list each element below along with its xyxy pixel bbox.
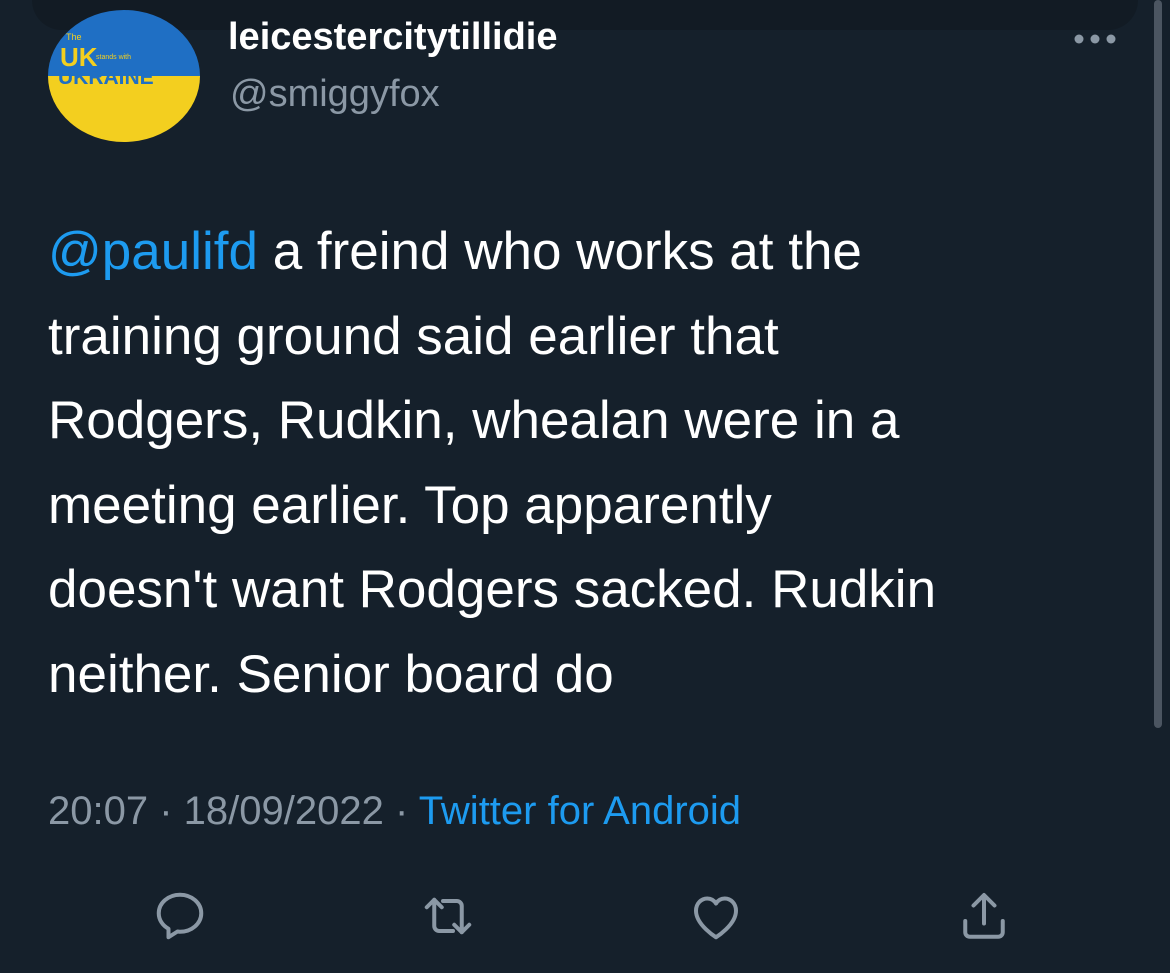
heart-icon (694, 896, 738, 940)
tweet-metadata: 20:07 · 18/09/2022 · Twitter for Android (48, 784, 741, 838)
retweet-button[interactable] (412, 880, 484, 952)
tweet-line: training ground said earlier that (48, 306, 779, 366)
tweet-line: @paulifd a freind who works at the (48, 210, 1128, 295)
reply-icon (156, 892, 204, 940)
share-button[interactable] (948, 880, 1020, 952)
share-icon (963, 893, 1005, 939)
author-handle[interactable]: @smiggyfox (230, 70, 440, 118)
tweet-line: doesn't want Rodgers sacked. Rudkin (48, 560, 937, 619)
scrollbar[interactable] (1154, 0, 1162, 728)
tweet-text: @paulifd a freind who works at the train… (48, 210, 1128, 717)
tweet-source-link[interactable]: Twitter for Android (419, 789, 741, 833)
tweet-line: meeting earlier. Top apparently (48, 475, 772, 535)
meta-separator: · (148, 789, 184, 833)
tweet-line: Rodgers, Rudkin, whealan were in a (48, 391, 900, 450)
avatar-the-text: The (66, 32, 82, 42)
avatar-ukraine-text: UKRAINE (58, 66, 154, 89)
reply-button[interactable] (144, 880, 216, 952)
more-options-icon[interactable] (1072, 28, 1118, 50)
author-display-name[interactable]: leicestercitytillidie (228, 12, 558, 62)
mention-link[interactable]: @paulifd (48, 222, 258, 281)
avatar[interactable]: The UK stands with UKRAINE (48, 10, 200, 142)
avatar-stands-with-text: stands with (96, 54, 131, 61)
like-button[interactable] (680, 880, 752, 952)
tweet-line-text: a freind who works at the (272, 222, 862, 281)
tweet-time: 20:07 (48, 789, 149, 833)
tweet-date: 18/09/2022 (183, 789, 384, 833)
overlay-bar (32, 0, 1138, 30)
retweet-icon (424, 897, 472, 935)
meta-separator: · (383, 789, 419, 833)
tweet-line: neither. Senior board do (48, 644, 614, 704)
